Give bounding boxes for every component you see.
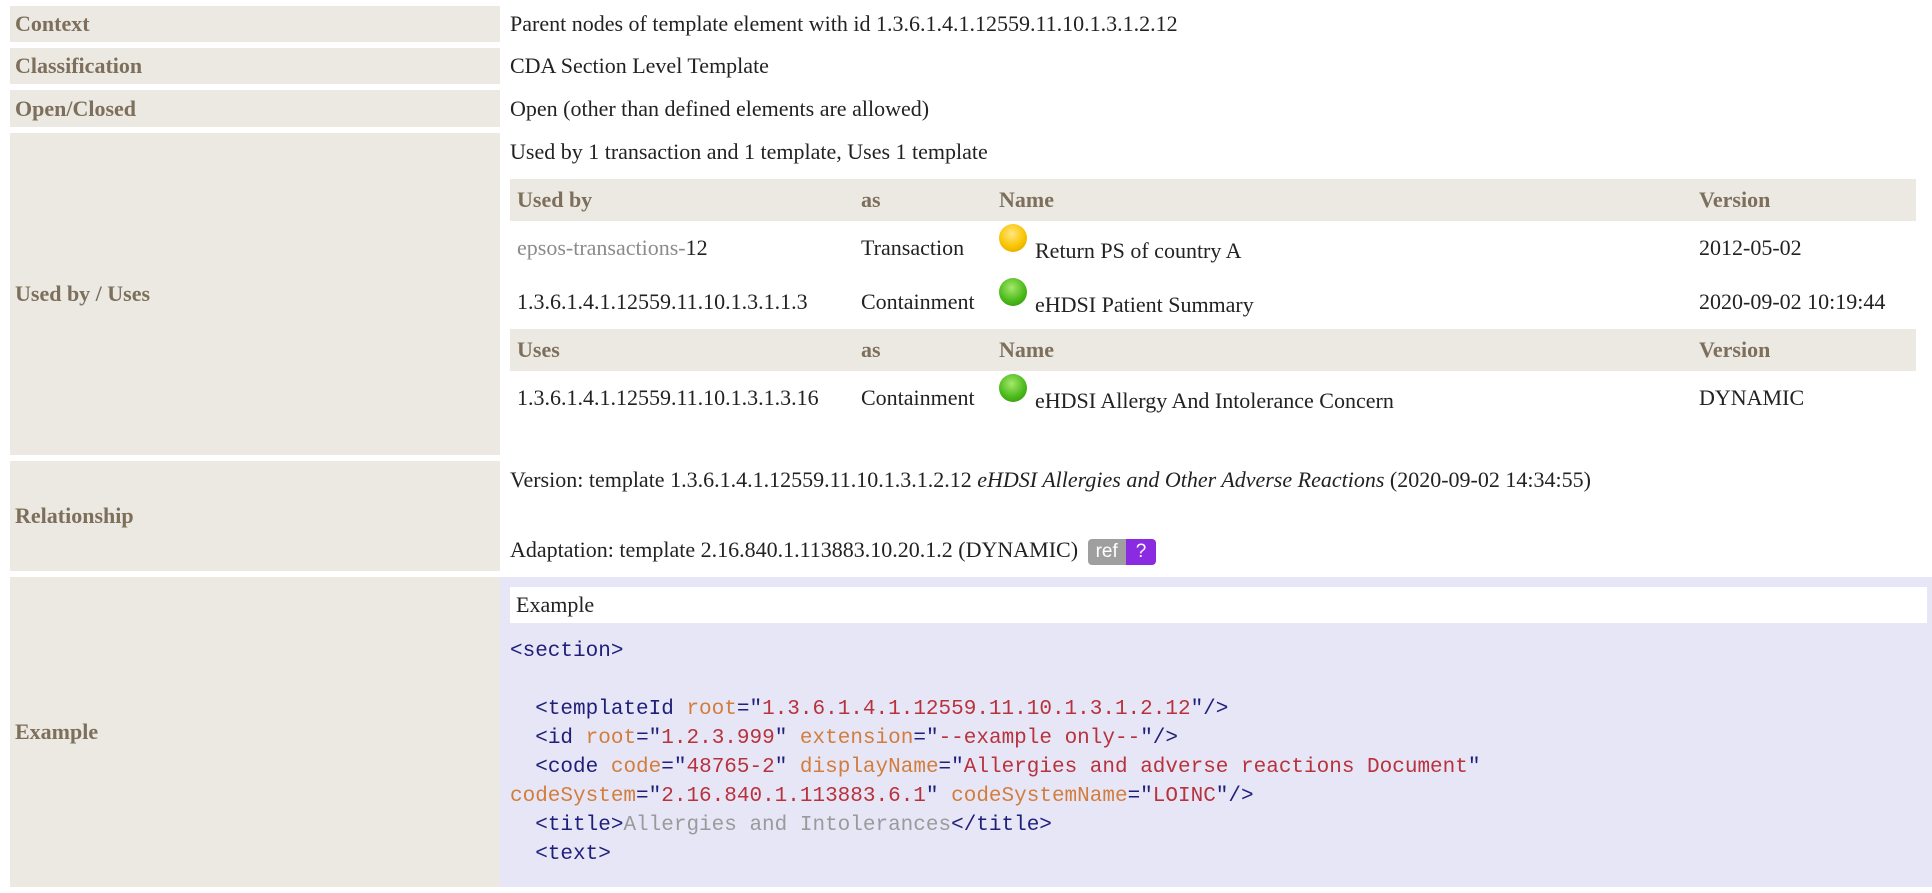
transaction-id: 12: [685, 235, 708, 260]
open-closed-label: Open/Closed: [10, 90, 500, 127]
table-row[interactable]: 1.3.6.1.4.1.12559.11.10.1.3.1.3.16 Conta…: [510, 371, 1916, 425]
relationship-cell: Version: template 1.3.6.1.4.1.12559.11.1…: [500, 461, 1932, 571]
version-template-name[interactable]: eHDSI Allergies and Other Adverse Reacti…: [977, 467, 1384, 492]
col-header-used-by: Used by: [510, 179, 854, 221]
used-by-header-row: Used by as Name Version: [510, 179, 1916, 221]
code-section-open: <section>: [510, 640, 624, 663]
uses-name-cell: eHDSI Allergy And Intolerance Concern: [992, 371, 1692, 425]
used-by-version: 2020-09-02 10:19:44: [1699, 289, 1886, 314]
adaptation-text: Adaptation: template 2.16.840.1.113883.1…: [510, 537, 1079, 562]
classification-value: CDA Section Level Template: [500, 48, 1932, 84]
used-by-id[interactable]: epsos-transactions-12: [510, 221, 854, 275]
classification-label: Classification: [10, 48, 500, 84]
used-by-name[interactable]: Return PS of country A: [1035, 238, 1242, 263]
status-green-icon: [999, 278, 1027, 306]
status-green-icon: [999, 374, 1027, 402]
version-suffix: (2020-09-02 14:34:55): [1384, 467, 1591, 492]
row-open-closed: Open/Closed Open (other than defined ele…: [10, 90, 1932, 127]
help-badge[interactable]: ?: [1125, 539, 1157, 565]
col-header-name: Name: [992, 329, 1692, 371]
table-row[interactable]: 1.3.6.1.4.1.12559.11.10.1.3.1.1.3 Contai…: [510, 275, 1916, 329]
col-header-as: as: [854, 179, 992, 221]
used-by-summary: Used by 1 transaction and 1 template, Us…: [510, 139, 988, 164]
row-relationship: Relationship Version: template 1.3.6.1.4…: [10, 461, 1932, 571]
code-title-text: Allergies and Intolerances: [623, 814, 952, 837]
code-code-system-name: LOINC: [1152, 785, 1216, 808]
uses-version: DYNAMIC: [1699, 385, 1805, 410]
version-prefix: Version: template 1.3.6.1.4.1.12559.11.1…: [510, 467, 978, 492]
col-header-as: as: [854, 329, 992, 371]
details-table: Context Parent nodes of template element…: [10, 0, 1932, 893]
relationship-adaptation: Adaptation: template 2.16.840.1.113883.1…: [510, 531, 1932, 571]
example-cell: Example <section> <templateId root="1.3.…: [500, 577, 1932, 887]
col-header-name: Name: [992, 179, 1692, 221]
status-yellow-icon: [999, 224, 1027, 252]
relationship-version: Version: template 1.3.6.1.4.1.12559.11.1…: [510, 461, 1932, 499]
col-header-version: Version: [1692, 329, 1916, 371]
col-header-uses: Uses: [510, 329, 854, 371]
code-id-extension: --example only--: [938, 727, 1141, 750]
code-code-value: 48765-2: [686, 756, 775, 779]
row-used-by-uses: Used by / Uses Used by 1 transaction and…: [10, 133, 1932, 455]
used-by-id[interactable]: 1.3.6.1.4.1.12559.11.10.1.3.1.1.3: [510, 275, 854, 329]
uses-id[interactable]: 1.3.6.1.4.1.12559.11.10.1.3.1.3.16: [510, 371, 854, 425]
open-closed-value: Open (other than defined elements are al…: [500, 90, 1932, 127]
used-by-uses-label: Used by / Uses: [10, 133, 500, 455]
template-details: Context Parent nodes of template element…: [10, 6, 1932, 893]
uses-header-row: Uses as Name Version: [510, 329, 1916, 371]
col-header-version: Version: [1692, 179, 1916, 221]
used-by-name-cell: eHDSI Patient Summary: [992, 275, 1692, 329]
uses-as: Containment: [861, 385, 975, 410]
used-by-name-cell: Return PS of country A: [992, 221, 1692, 275]
used-by-uses-cell: Used by 1 transaction and 1 template, Us…: [500, 133, 1932, 455]
relationship-label: Relationship: [10, 461, 500, 571]
example-code: <section> <templateId root="1.3.6.1.4.1.…: [510, 640, 1494, 866]
code-code-system: 2.16.840.1.113883.6.1: [661, 785, 926, 808]
example-label: Example: [10, 577, 500, 887]
context-label: Context: [10, 6, 500, 42]
example-header: Example: [510, 587, 1927, 623]
context-value: Parent nodes of template element with id…: [500, 6, 1932, 42]
uses-name[interactable]: eHDSI Allergy And Intolerance Concern: [1035, 388, 1394, 413]
used-by-version: 2012-05-02: [1699, 235, 1802, 260]
used-by-table: Used by as Name Version epsos-transactio…: [510, 179, 1916, 425]
row-context: Context Parent nodes of template element…: [10, 6, 1932, 42]
row-example: Example Example <section> <templateId ro…: [10, 577, 1932, 887]
code-templateid-root: 1.3.6.1.4.1.12559.11.10.1.3.1.2.12: [762, 698, 1191, 721]
used-by-name[interactable]: eHDSI Patient Summary: [1035, 292, 1254, 317]
table-row[interactable]: epsos-transactions-12 Transaction Return…: [510, 221, 1916, 275]
code-display-name: Allergies and adverse reactions Document: [963, 756, 1468, 779]
code-id-root: 1.2.3.999: [661, 727, 775, 750]
used-by-as: Containment: [861, 289, 975, 314]
used-by-as: Transaction: [861, 235, 965, 260]
transaction-link[interactable]: epsos-transactions-: [517, 235, 686, 260]
row-classification: Classification CDA Section Level Templat…: [10, 48, 1932, 84]
ref-badge[interactable]: ref: [1087, 539, 1126, 565]
